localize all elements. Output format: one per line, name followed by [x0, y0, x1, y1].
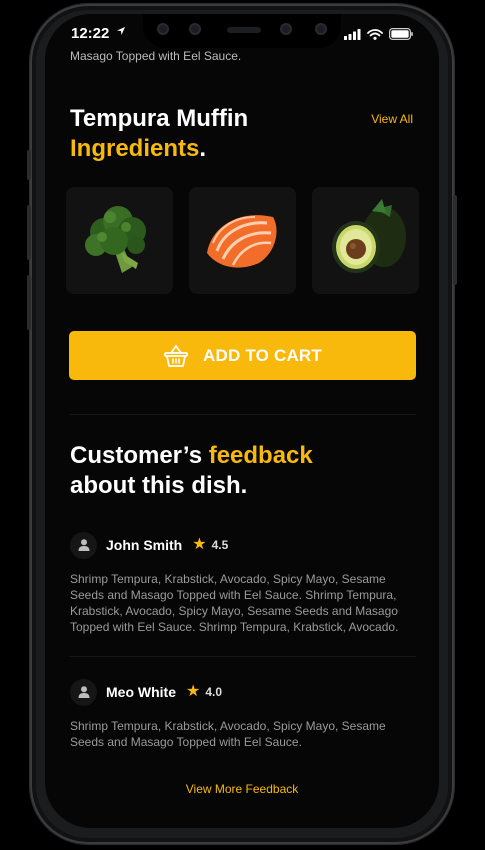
add-to-cart-label: ADD TO CART	[203, 345, 322, 365]
salmon-image	[207, 215, 277, 268]
signal-icon	[344, 28, 361, 40]
review-divider	[69, 656, 416, 657]
review-rating: 4.5	[211, 538, 229, 552]
earpiece-speaker	[227, 27, 261, 33]
front-camera	[157, 23, 169, 35]
broccoli-image	[85, 206, 146, 273]
phone-power-button	[453, 195, 457, 285]
feedback-title-accent: feedback	[208, 442, 313, 469]
app-screen: Masago Topped with Eel Sauce. Tempura Mu…	[45, 14, 439, 828]
ingredients-list	[66, 187, 419, 294]
status-time: 12:22	[71, 25, 110, 42]
location-arrow-icon	[117, 27, 125, 35]
dish-detail-content: Masago Topped with Eel Sauce. Tempura Mu…	[45, 14, 439, 828]
avatar[interactable]	[70, 531, 97, 559]
status-icons	[344, 28, 413, 40]
reviewer-name: John Smith	[106, 537, 183, 553]
phone-mute-switch	[27, 150, 31, 180]
review-text: Shrimp Tempura, Krabstick, Avocado, Spic…	[70, 572, 399, 634]
ingredients-title-end: .	[199, 135, 207, 162]
feedback-title-line2: about this dish.	[70, 472, 248, 499]
feedback-title: Customer’s feedback about this dish.	[70, 441, 313, 501]
feedback-title-line1: Customer’s feedback	[70, 441, 313, 471]
review-item: John Smith ★ 4.5 Shrimp Tempura, Krabsti…	[70, 531, 415, 635]
view-more-feedback-link[interactable]: View More Feedback	[45, 782, 439, 796]
star-icon: ★	[192, 536, 207, 553]
ingredients-title-line2: Ingredients.	[70, 134, 248, 164]
phone-notch	[143, 14, 341, 48]
ingredients-title-accent: Ingredients	[70, 135, 200, 162]
section-divider	[69, 414, 416, 415]
review-text: Shrimp Tempura, Krabstick, Avocado, Spic…	[70, 719, 386, 749]
view-all-link[interactable]: View All	[371, 112, 413, 126]
avatar[interactable]	[70, 678, 97, 706]
front-sensor	[280, 23, 292, 35]
review-header: John Smith ★ 4.5	[70, 531, 415, 559]
star-icon: ★	[186, 683, 201, 700]
phone-volume-up	[27, 205, 31, 260]
reviewer-name: Meo White	[106, 684, 176, 700]
battery-icon	[389, 28, 413, 40]
ingredients-title-line1: Tempura Muffin	[70, 105, 249, 132]
ingredient-card-salmon[interactable]	[189, 187, 296, 294]
front-sensor	[315, 23, 327, 35]
review-item: Meo White ★ 4.0 Shrimp Tempura, Krabstic…	[70, 678, 415, 750]
ingredient-card-avocado[interactable]	[312, 187, 419, 294]
front-sensor	[189, 23, 201, 35]
review-header: Meo White ★ 4.0	[70, 678, 415, 706]
phone-volume-down	[27, 275, 31, 330]
ingredient-card-broccoli[interactable]	[66, 187, 173, 294]
add-to-cart-button[interactable]: ADD TO CART	[69, 331, 416, 380]
user-icon	[78, 539, 89, 551]
review-rating: 4.0	[205, 685, 223, 699]
avocado-image	[332, 199, 406, 273]
feedback-title-part1: Customer’s	[70, 442, 209, 469]
user-icon	[78, 686, 89, 698]
wifi-icon	[367, 28, 383, 40]
basket-icon	[164, 343, 188, 367]
ingredients-title: Tempura Muffin Ingredients.	[70, 104, 248, 164]
